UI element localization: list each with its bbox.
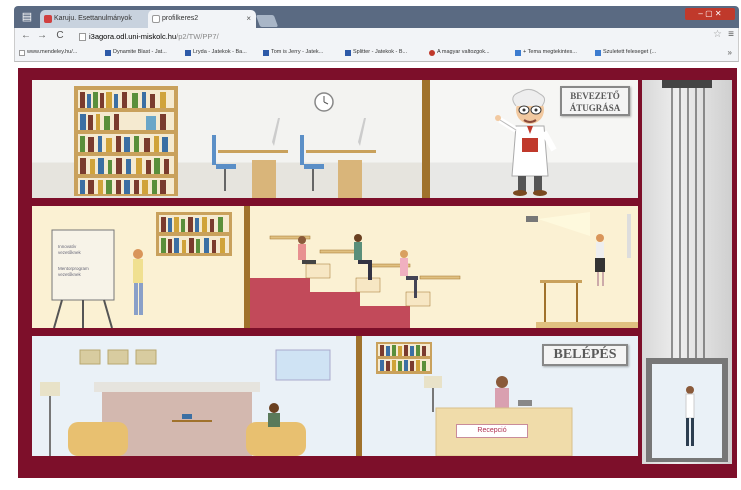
bookmark-item[interactable]: Splitter - Jatekok - B... [345, 49, 408, 56]
back-arrow-icon[interactable]: ← [19, 30, 33, 41]
forward-arrow-icon[interactable]: → [35, 30, 49, 41]
tab-label: profilkeres2 [162, 15, 199, 22]
star-bookmark-icon[interactable]: ☆ [713, 29, 722, 40]
window-controls[interactable]: – ▢ ✕ [685, 8, 735, 20]
intro-room: BEVEZETŐ ÁTUGRÁSA [430, 80, 638, 198]
folder-icon [345, 50, 351, 56]
address-bar[interactable]: i3agora.odl.uni-miskolc.hu/p2/TW/PP7/ [77, 30, 717, 44]
tab-profilkeres[interactable]: profilkeres2 × [148, 10, 256, 28]
folder-icon [105, 50, 111, 56]
armchair-icon [68, 422, 128, 456]
office-room [32, 336, 356, 456]
enter-button[interactable]: BELÉPÉS [542, 344, 628, 366]
page-icon [19, 50, 25, 56]
desk-icon [300, 118, 376, 198]
bookmark-label: Dynamite Blast - Jat... [113, 49, 167, 55]
url-domain: i3agora.odl.uni-miskolc.hu [89, 32, 177, 41]
office-scene [40, 349, 331, 456]
lecture-scene [250, 212, 638, 328]
bookmark-label: Szuletett feleseget (... [603, 49, 657, 55]
person-icon [268, 403, 280, 427]
reception-sign: Recepció [456, 424, 528, 438]
wall-pillar [422, 80, 430, 198]
student-icon [400, 250, 418, 298]
screen-icon [627, 214, 631, 258]
desk-icon [212, 118, 288, 198]
bookmark-label: Lryda - Jatekok - Ba... [193, 49, 247, 55]
bookmark-label: Splitter - Jatekok - B... [353, 49, 408, 55]
student-icon [354, 234, 372, 280]
wall-pillar [356, 336, 362, 456]
close-icon[interactable]: × [246, 10, 251, 28]
bookmark-item[interactable]: www.mendeley.hu/... [19, 49, 78, 56]
window-menu-icon[interactable]: ▤ [18, 10, 36, 24]
page-icon [79, 33, 86, 41]
desk-icon [540, 280, 582, 323]
bookmark-label: + Tema megtekintes... [523, 49, 577, 55]
armchair-icon [246, 422, 306, 456]
folder-icon [185, 50, 191, 56]
bookmark-item[interactable]: Lryda - Jatekok - Ba... [185, 49, 247, 56]
bookmarks-bar: www.mendeley.hu/... Dynamite Blast - Jat… [14, 46, 739, 62]
wall-pillar [244, 206, 250, 328]
reload-icon[interactable]: C [53, 30, 67, 41]
skip-intro-button[interactable]: BEVEZETŐ ÁTUGRÁSA [560, 86, 630, 116]
lamp-icon [424, 376, 442, 412]
tab-karuju[interactable]: Karuju. Esettanulmányok × [40, 10, 158, 28]
poster-line: vezetőknek [58, 272, 81, 277]
phone-icon [518, 400, 532, 406]
bookmark-item[interactable]: + Tema megtekintes... [515, 49, 577, 56]
url-path: /p2/TW/PP7/ [176, 32, 219, 41]
bookshelf-icon [156, 212, 232, 256]
favicon-icon [44, 15, 52, 23]
reception-room: BELÉPÉS Recepció [362, 336, 638, 456]
floor-lamp-icon [40, 382, 60, 456]
student-icon [298, 236, 316, 264]
browser-tab-strip: ▤ Karuju. Esettanulmányok × profilkeres2… [14, 6, 739, 28]
bookmark-label: Tom is Jerry - Jatek... [271, 49, 324, 55]
lab-room [32, 80, 422, 198]
lecture-hall [250, 206, 638, 328]
bookmark-item[interactable]: Dynamite Blast - Jat... [105, 49, 167, 56]
lecturer-icon [595, 234, 605, 286]
c-logo-icon [429, 50, 435, 56]
page-icon [152, 15, 160, 23]
bookmark-label: www.mendeley.hu/... [27, 49, 78, 55]
professor-icon [495, 88, 557, 196]
carpet-steps [250, 278, 410, 328]
poster-line: vezetőknek [58, 250, 81, 255]
chevron-right-icon[interactable]: » [728, 48, 732, 57]
tab-label: Karuju. Esettanulmányok [54, 15, 132, 22]
bookmark-item[interactable]: Szuletett feleseget (... [595, 49, 657, 56]
receptionist-icon [495, 376, 509, 408]
elevator-cables [646, 80, 728, 462]
folder-icon [595, 50, 601, 56]
bookmark-item[interactable]: Tom is Jerry - Jatek... [263, 49, 324, 56]
picture-frame-icon [79, 349, 157, 365]
bookmark-item[interactable]: A magyar valtozgok... [429, 49, 490, 56]
lab-scene [74, 86, 376, 198]
hamburger-menu-icon[interactable]: ≡ [728, 29, 734, 40]
browser-toolbar: ← → C i3agora.odl.uni-miskolc.hu/p2/TW/P… [14, 28, 739, 46]
bookmark-label: A magyar valtozgok... [437, 49, 490, 55]
bookshelf-icon [376, 342, 432, 374]
folder-icon [263, 50, 269, 56]
folder-icon [515, 50, 521, 56]
elevator-car-icon [646, 358, 728, 462]
training-room: Innovatív vezetőknek Mentorprogram vezet… [32, 206, 244, 328]
building-base [18, 464, 737, 478]
elevator-shaft [642, 80, 732, 464]
new-tab-button[interactable] [255, 15, 279, 27]
world-map-icon [275, 349, 331, 381]
woman-icon [133, 249, 143, 315]
game-building: BEVEZETŐ ÁTUGRÁSA Innovatív vezetőknek M… [18, 68, 737, 478]
projector-icon [526, 212, 590, 236]
